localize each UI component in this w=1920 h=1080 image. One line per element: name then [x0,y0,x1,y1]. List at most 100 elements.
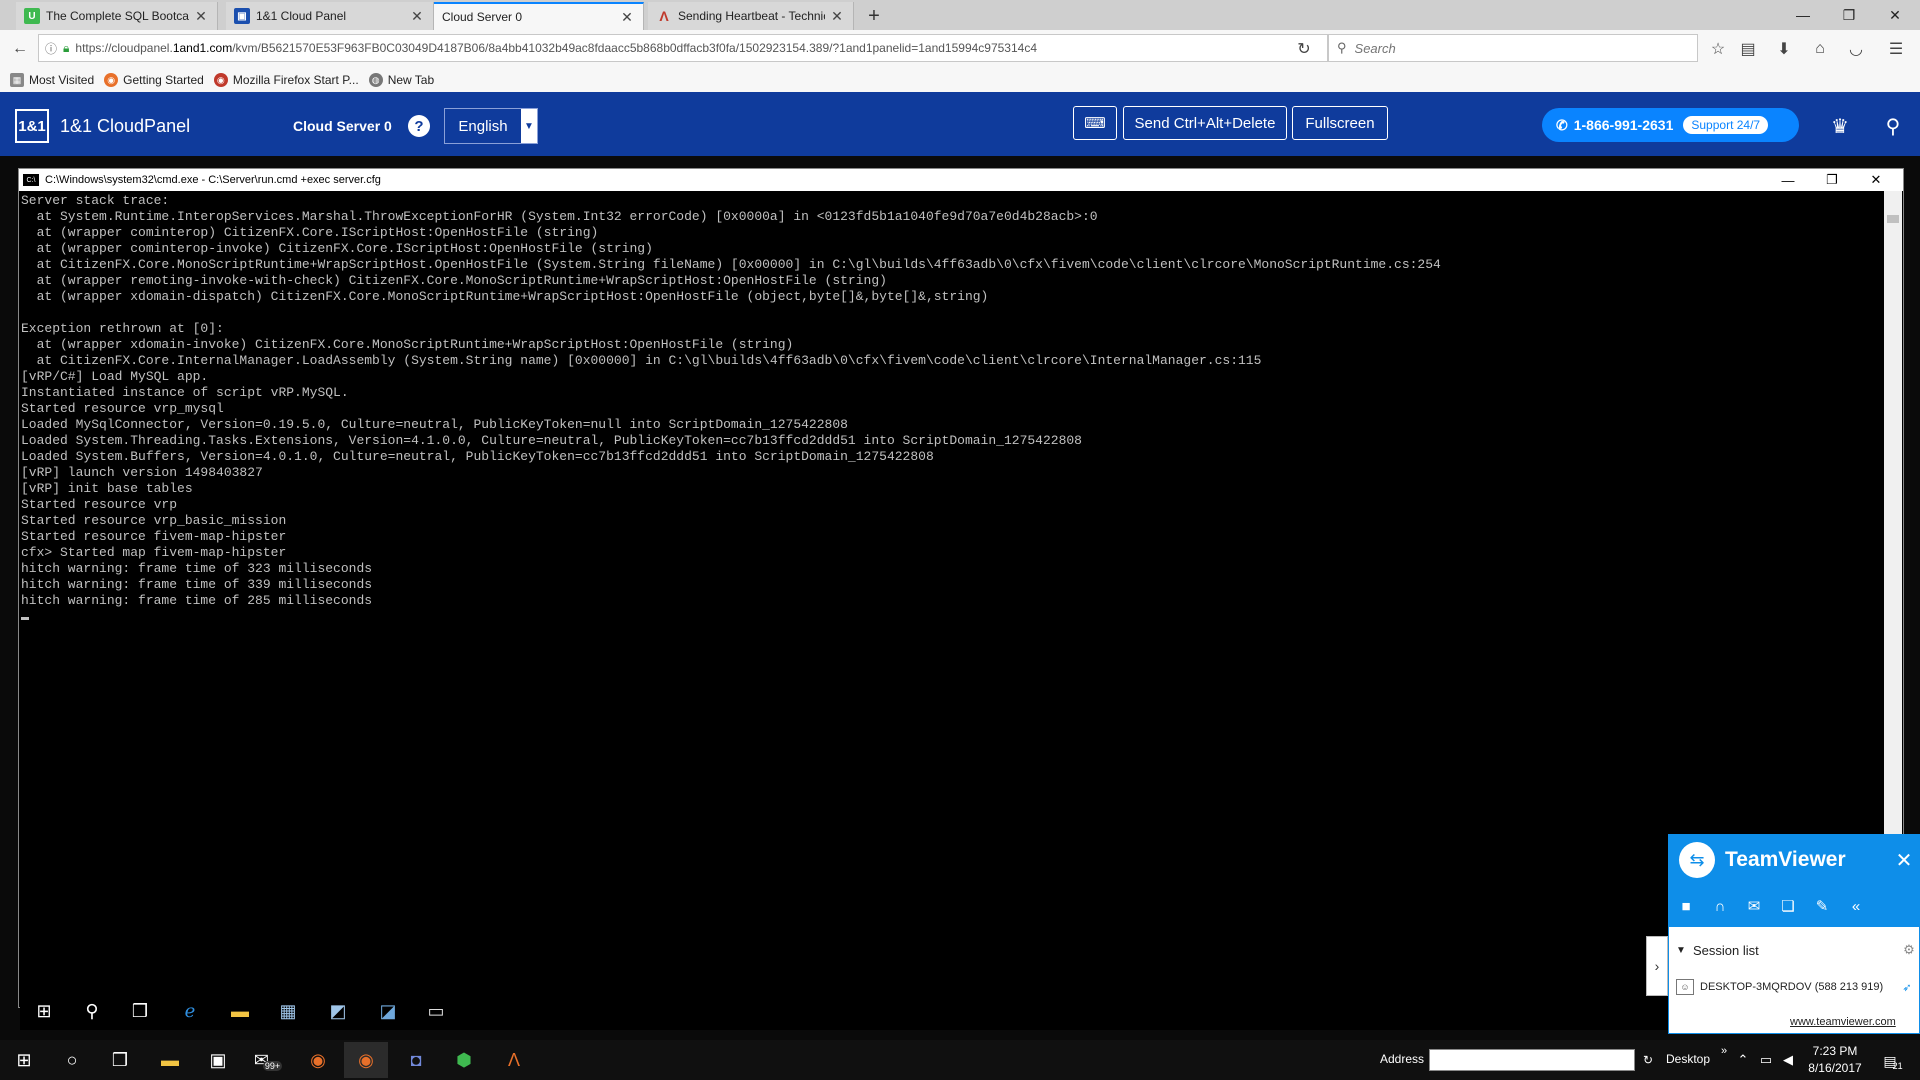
reading-list-icon[interactable]: ▤ [1734,35,1762,63]
console-line: Started resource vrp [21,497,178,512]
refresh-icon[interactable]: ↻ [1640,1050,1656,1070]
console-line: Started resource vrp_basic_mission [21,513,287,528]
bookmark-most-visited[interactable]: ▦ Most Visited [10,73,94,87]
arch-favicon-icon: Λ [659,8,669,24]
visual-studio-icon[interactable]: ◪ [370,994,406,1028]
origin-icon[interactable]: ◉ [296,1042,340,1078]
info-icon[interactable]: ⓘ [45,40,57,57]
tools-icon[interactable]: ✎ [1805,889,1839,923]
close-icon[interactable]: ✕ [1889,848,1919,873]
collapse-icon[interactable]: « [1839,889,1873,923]
url-bar[interactable]: ⓘ 🔒︎ https://cloudpanel. 1and1.com/kvm/B5… [38,34,1328,62]
bookmark-star-icon[interactable]: ☆ [1704,35,1732,63]
minimize-icon[interactable]: — [1780,0,1826,30]
task-view-icon[interactable]: ❒ [98,1042,142,1078]
folder-icon: ▦ [10,73,24,87]
console-line: at (wrapper cominterop) CitizenFX.Core.I… [21,225,599,240]
close-window-icon[interactable]: ✕ [1872,0,1918,30]
chat-icon[interactable]: ✉ [1737,889,1771,923]
discord-icon[interactable]: ◘ [394,1042,438,1078]
file-explorer-icon[interactable]: ▬ [222,994,258,1028]
task-view-icon[interactable]: ❒ [122,994,158,1028]
console-line: at (wrapper xdomain-invoke) CitizenFX.Co… [21,337,794,352]
mail-icon[interactable]: ✉ 99+ [246,1042,290,1078]
command-prompt-icon[interactable]: ▭ [418,994,454,1028]
keyboard-button[interactable]: ⌨ [1073,106,1117,140]
tab-sql-bootcamp[interactable]: U The Complete SQL Bootcamp ✕ [16,2,218,30]
search-icon[interactable]: ⚲ [1879,112,1907,140]
internet-explorer-icon[interactable]: ℯ [172,994,208,1028]
send-ctrl-alt-delete-button[interactable]: Send Ctrl+Alt+Delete [1123,106,1287,140]
teamviewer-link[interactable]: www.teamviewer.com [1790,1016,1896,1028]
pocket-icon[interactable]: ◡ [1842,35,1870,63]
cloudpanel-logo: 1&1 [15,109,49,143]
console-line: hitch warning: frame time of 339 millise… [21,577,373,592]
bookmark-firefox-start[interactable]: ◉ Mozilla Firefox Start P... [213,73,359,87]
download-icon[interactable]: ⬇ [1770,35,1798,63]
video-icon[interactable]: ■ [1669,889,1703,923]
tab-cloud-panel[interactable]: ▣ 1&1 Cloud Panel ✕ [226,2,434,30]
console-line: Started resource vrp_mysql [21,401,224,416]
search-box[interactable]: ⚲ [1328,34,1698,62]
close-tab-icon[interactable]: ✕ [193,8,209,24]
gear-icon[interactable]: ⚙ [1899,942,1919,958]
firefox-icon: ◉ [213,73,228,87]
windows-start-icon[interactable]: ⊞ [26,994,62,1028]
fullscreen-button[interactable]: Fullscreen [1292,106,1388,140]
teamviewer-logo-icon: ⇆ [1679,842,1715,878]
menu-icon[interactable]: ☰ [1882,35,1910,63]
server-manager-icon[interactable]: ▦ [270,994,306,1028]
windows-start-icon[interactable]: ⊞ [2,1042,46,1078]
close-tab-icon[interactable]: ✕ [409,8,425,24]
reload-icon[interactable]: ↻ [1290,35,1318,63]
close-tab-icon[interactable]: ✕ [829,8,845,24]
system-clock[interactable]: 7:23 PM 8/16/2017 [1800,1043,1870,1077]
help-icon[interactable]: ? [408,115,430,137]
console-output[interactable]: Server stack trace: at System.Runtime.In… [21,193,1881,1003]
sql-tool-icon[interactable]: ◩ [320,994,356,1028]
cortana-icon[interactable]: ○ [50,1042,94,1078]
phone-icon: ✆ [1556,116,1568,133]
files-icon[interactable]: ❏ [1771,889,1805,923]
cmd-title-bar[interactable]: C:\ C:\Windows\system32\cmd.exe - C:\Ser… [19,169,1903,191]
firefox-icon[interactable]: ◉ [344,1042,388,1078]
pointer-icon[interactable]: ➶ [1898,981,1916,994]
store-icon[interactable]: ▣ [196,1042,240,1078]
headset-icon[interactable]: ∩ [1703,889,1737,923]
toolbar-overflow-icon[interactable]: » [1717,1044,1731,1058]
close-tab-icon[interactable]: ✕ [619,9,635,25]
new-tab-icon[interactable]: + [862,4,886,28]
cmd-minimize-icon[interactable]: — [1766,169,1810,191]
notifications-icon[interactable]: ▤ 21 [1878,1048,1908,1074]
crown-icon[interactable]: ♛ [1826,112,1854,140]
network-icon[interactable]: ▭ [1756,1050,1776,1070]
chevron-up-icon[interactable]: ⌃ [1734,1050,1752,1070]
cmd-restore-icon[interactable]: ❐ [1810,169,1854,191]
address-toolbar-input[interactable] [1429,1049,1635,1071]
session-device-row[interactable]: ☺ DESKTOP-3MQRDOV (588 213 919) ➶ [1676,976,1916,998]
tab-title: Cloud Server 0 [442,10,523,24]
bookmark-getting-started[interactable]: ◉ Getting Started [104,73,204,87]
home-icon[interactable]: ⌂ [1806,35,1834,63]
search-icon[interactable]: ⚲ [74,994,110,1028]
desktop-toolbar-label[interactable]: Desktop [1666,1052,1710,1066]
session-list-header[interactable]: ▼ Session list ⚙ [1669,938,1919,962]
tab-cloud-server[interactable]: Cloud Server 0 ✕ [434,2,644,30]
restore-icon[interactable]: ❐ [1826,0,1872,30]
console-line: hitch warning: frame time of 323 millise… [21,561,373,576]
hotspot-icon[interactable]: ⬢ [442,1042,486,1078]
back-icon[interactable]: ← [6,35,34,63]
language-select[interactable]: English ▼ [444,108,538,144]
support-phone-button[interactable]: ✆ 1-866-991-2631 Support 24/7 [1542,108,1799,142]
volume-icon[interactable]: ◀ [1778,1050,1798,1070]
cmd-close-icon[interactable]: ✕ [1854,169,1898,191]
scroll-thumb[interactable] [1887,215,1899,223]
file-explorer-icon[interactable]: ▬ [148,1042,192,1078]
tab-sending-heartbeat[interactable]: Λ Sending Heartbeat - Technic ✕ [648,2,854,30]
search-input[interactable] [1352,39,1677,57]
bookmark-label: Mozilla Firefox Start P... [232,73,359,87]
bookmark-new-tab[interactable]: ◍ New Tab [368,73,434,87]
teamviewer-expand-button[interactable]: › [1646,936,1668,996]
app-icon[interactable]: Λ [492,1042,536,1078]
console-line: Loaded System.Buffers, Version=4.0.1.0, … [21,449,934,464]
